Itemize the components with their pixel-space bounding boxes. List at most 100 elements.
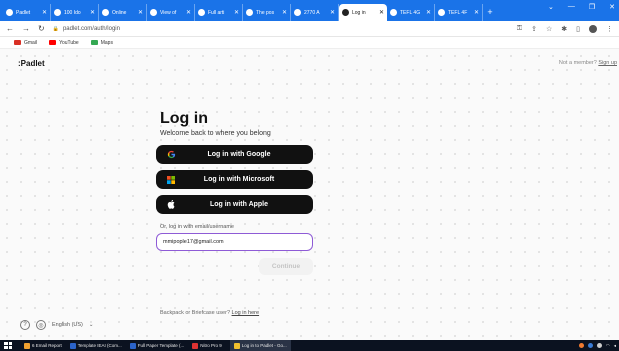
menu-icon[interactable]: ⋮ [606, 25, 613, 33]
window-controls: ⌄ — ❐ ✕ [548, 3, 615, 11]
volume-icon[interactable]: ◂ [614, 343, 616, 349]
bookmarks-bar: Gmail YouTube Maps [0, 37, 619, 49]
taskbar-item[interactable]: Nitro Pro 9 [192, 342, 222, 349]
profile-avatar[interactable] [589, 24, 597, 33]
close-icon[interactable]: ✕ [90, 9, 95, 16]
share-icon[interactable]: ⇪ [531, 25, 537, 33]
chevron-down-icon[interactable]: ⌄ [548, 3, 554, 11]
microsoft-login-button[interactable]: Log in with Microsoft [156, 170, 313, 189]
signup-link[interactable]: Sign up [598, 60, 617, 66]
google-login-button[interactable]: Log in with Google [156, 145, 313, 164]
microsoft-icon [165, 175, 177, 185]
browser-tab[interactable]: Full arti ✕ [195, 4, 243, 21]
tab-title: TEFL 4G [400, 9, 421, 16]
taskbar-item-label: 6 Email Report [32, 343, 62, 348]
backpack-login-link[interactable]: Log in here [232, 310, 260, 316]
close-window-icon[interactable]: ✕ [609, 3, 615, 11]
back-arrow-icon[interactable]: ← [6, 24, 14, 33]
close-icon[interactable]: ✕ [138, 9, 143, 16]
email-login-label: Or, log in with email/username [160, 224, 234, 230]
email-field[interactable] [156, 233, 313, 251]
lock-icon[interactable]: 🔒 [53, 26, 59, 32]
tab-title: View of [160, 9, 177, 16]
address-bar: ← → ↻ 🔒 padlet.com/auth/login ⚿ ⇪ ☆ ✱ ▯ … [0, 21, 619, 37]
globe-icon[interactable]: ◎ [36, 320, 46, 330]
tab-title: The pos [256, 9, 275, 16]
browser-tab[interactable]: 2770 A ✕ [291, 4, 339, 21]
tray-app-icon[interactable] [578, 343, 584, 348]
tab-favicon-icon [150, 9, 157, 16]
close-icon[interactable]: ✕ [42, 9, 47, 16]
tab-favicon-icon [102, 9, 109, 16]
sidebar-icon[interactable]: ▯ [576, 25, 580, 33]
close-icon[interactable]: ✕ [234, 9, 239, 16]
taskbar-item-label: Template IEAI (Com... [77, 343, 122, 348]
maps-icon [90, 40, 98, 45]
nitro-icon [192, 342, 199, 349]
tab-favicon-icon [294, 9, 301, 16]
forward-arrow-icon[interactable]: → [22, 24, 30, 33]
minimize-icon[interactable]: — [568, 3, 575, 11]
taskbar-item[interactable]: Template IEAI (Com... [69, 342, 122, 349]
bookmark-youtube[interactable]: YouTube [49, 40, 79, 46]
restore-icon[interactable]: ❐ [589, 3, 595, 11]
browser-tab[interactable]: Online ✕ [99, 4, 147, 21]
taskbar-item-active[interactable]: Log in to Padlet - Go... [229, 340, 291, 351]
continue-button[interactable]: Continue [259, 258, 313, 275]
apple-login-button[interactable]: Log in with Apple [156, 195, 313, 214]
apple-login-label: Log in with Apple [209, 201, 269, 208]
backpack-prompt: Backpack or Briefcase user? Log in here [160, 310, 259, 316]
tab-title: Log in [352, 9, 366, 16]
browser-tab[interactable]: TEFL 4G ✕ [387, 4, 435, 21]
taskbar-item[interactable]: 6 Email Report [24, 342, 62, 349]
google-icon [165, 150, 177, 160]
url-text[interactable]: padlet.com/auth/login [63, 26, 120, 32]
taskbar-item[interactable]: Full Paper Template (... [129, 342, 184, 349]
browser-tab[interactable]: The pos ✕ [243, 4, 291, 21]
microsoft-login-label: Log in with Microsoft [203, 176, 275, 183]
close-icon[interactable]: ✕ [282, 9, 287, 16]
help-icon[interactable]: ? [20, 320, 30, 330]
browser-tab[interactable]: 100 Ido ✕ [51, 4, 99, 21]
page-body: :Padlet Not a member? Sign up Log in Wel… [0, 49, 619, 340]
windows-start-icon[interactable] [4, 342, 12, 349]
close-icon[interactable]: ✕ [474, 9, 479, 16]
key-icon[interactable]: ⚿ [517, 25, 522, 33]
backpack-text: Backpack or Briefcase user? [160, 310, 231, 316]
browser-tab[interactable]: TEFL 4F ✕ [435, 4, 483, 21]
tab-favicon-icon [342, 9, 349, 16]
bookmark-gmail[interactable]: Gmail [14, 40, 37, 46]
signup-prompt: Not a member? Sign up [559, 60, 617, 66]
padlet-logo[interactable]: :Padlet [18, 59, 45, 68]
new-tab-button[interactable]: + [483, 4, 497, 21]
reload-icon[interactable]: ↻ [38, 24, 45, 33]
close-icon[interactable]: ✕ [426, 9, 431, 16]
tab-title: TEFL 4F [448, 9, 468, 16]
bookmark-maps[interactable]: Maps [90, 40, 113, 46]
browser-tab-active[interactable]: Log in ✕ [339, 4, 387, 21]
browser-tab[interactable]: Padlet ✕ [3, 4, 51, 21]
tray-app-icon[interactable] [596, 343, 602, 348]
language-selector[interactable]: English (US) [52, 322, 83, 328]
close-icon[interactable]: ✕ [330, 9, 335, 16]
close-icon[interactable]: ✕ [186, 9, 191, 16]
youtube-icon [49, 40, 57, 45]
tab-favicon-icon [438, 9, 445, 16]
browser-tab-bar: Padlet ✕ 100 Ido ✕ Online ✕ View of ✕ Full a… [0, 0, 619, 21]
tab-title: Padlet [16, 9, 31, 16]
extensions-icon[interactable]: ✱ [561, 25, 567, 33]
tab-favicon-icon [246, 9, 253, 16]
bookmark-label: Gmail [24, 39, 38, 46]
browser-tab[interactable]: View of ✕ [147, 4, 195, 21]
chevron-down-icon[interactable]: ⌄ [89, 322, 94, 328]
tray-app-icon[interactable] [587, 343, 593, 348]
wifi-icon[interactable]: ◠ [606, 343, 610, 349]
url-field[interactable]: 🔒 padlet.com/auth/login [53, 26, 509, 32]
tab-favicon-icon [54, 9, 61, 16]
star-icon[interactable]: ☆ [546, 25, 552, 33]
word-icon [69, 342, 76, 349]
gmail-icon [14, 40, 21, 45]
chrome-icon [233, 342, 240, 349]
close-icon[interactable]: ✕ [379, 9, 384, 16]
page-subtitle: Welcome back to where you belong [160, 130, 271, 137]
